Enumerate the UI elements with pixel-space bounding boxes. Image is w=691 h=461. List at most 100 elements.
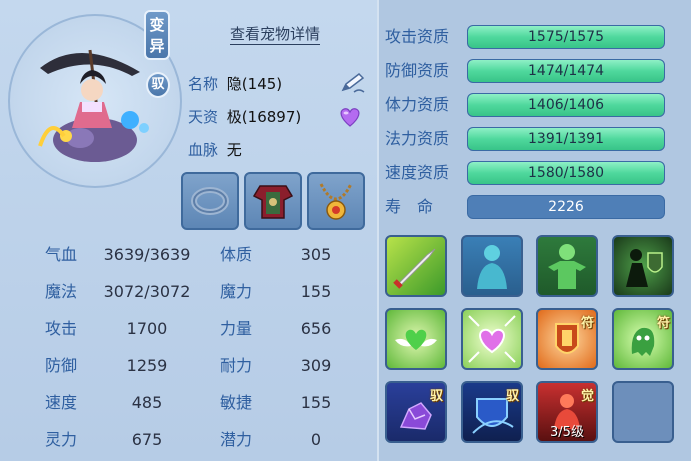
skill-slot[interactable]: 驭 [461, 381, 523, 443]
mutation-badge-text: 变 异 [149, 16, 165, 55]
aptitude-label: 体力资质 [385, 95, 450, 114]
aptitude-value: 1580/1580 [528, 165, 604, 181]
aptitude-label: 攻击资质 [385, 27, 450, 46]
skill-tag: 驭 [505, 389, 519, 404]
stat-label: 耐力 [220, 356, 253, 375]
pet-name-row: 名称 隐(145) [188, 73, 282, 95]
skill-tag: 符 [656, 316, 670, 331]
skill-slot[interactable] [461, 235, 523, 297]
life-value: 2226 [548, 199, 584, 215]
stat-label: 魔力 [220, 282, 253, 301]
skill-slot[interactable] [536, 235, 598, 297]
pet-blood-value: 无 [226, 141, 242, 159]
stat-label: 速度 [45, 393, 78, 412]
aptitude-row-stamina: 体力资质 1406/1406 [385, 92, 685, 118]
aptitude-value: 1474/1474 [528, 63, 604, 79]
stat-row: 攻击 1700 力量 656 [0, 314, 370, 344]
pet-blood-label: 血脉 [188, 141, 219, 159]
aptitude-bar: 1391/1391 [467, 127, 665, 151]
stat-value: 309 [300, 356, 332, 375]
aptitude-bar: 1575/1575 [467, 25, 665, 49]
stat-value: 155 [300, 282, 332, 301]
pet-blood-row: 血脉 无 [188, 139, 242, 161]
pet-aptitude-value: 极(16897) [226, 108, 302, 126]
aptitude-bar: 1580/1580 [467, 161, 665, 185]
skill-slot[interactable]: 驭 [385, 381, 447, 443]
skill-slot-empty[interactable] [612, 381, 674, 443]
collar-icon [191, 187, 229, 215]
stat-row: 速度 485 敏捷 155 [0, 388, 370, 418]
skill-slot[interactable] [461, 308, 523, 370]
sparkle-heart-icon [468, 315, 516, 363]
stat-row: 防御 1259 耐力 309 [0, 351, 370, 381]
pet-info-panel: 变 异 驭 查看宠物详情 名称 隐(145) 天资 极(16897) 血脉 无 [0, 0, 691, 461]
skill-tag: 驭 [429, 389, 443, 404]
pet-aptitude-label: 天资 [188, 108, 219, 126]
aptitude-label: 速度资质 [385, 163, 450, 182]
shield-warrior-icon [626, 249, 663, 287]
mutation-badge: 变 异 [144, 10, 170, 60]
stat-value: 305 [300, 245, 332, 264]
equip-slot-collar[interactable] [181, 172, 239, 230]
aptitude-row-magic: 法力资质 1391/1391 [385, 126, 685, 152]
stat-label: 气血 [45, 245, 78, 264]
stat-label: 潜力 [220, 430, 253, 449]
skill-tag: 觉 [580, 389, 594, 404]
skill-slot[interactable] [385, 308, 447, 370]
aptitude-label: 法力资质 [385, 129, 450, 148]
view-pet-details-link[interactable]: 查看宠物详情 [230, 24, 321, 45]
aptitude-row-attack: 攻击资质 1575/1575 [385, 24, 685, 50]
stat-row: 气血 3639/3639 体质 305 [0, 240, 370, 270]
equip-slot-armor[interactable] [244, 172, 302, 230]
stat-value: 1700 [126, 319, 168, 338]
aptitude-value: 1391/1391 [528, 131, 604, 147]
aptitude-row-speed: 速度资质 1580/1580 [385, 160, 685, 186]
necklace-icon [319, 183, 353, 220]
aptitude-row-defense: 防御资质 1474/1474 [385, 58, 685, 84]
aptitude-bar: 1474/1474 [467, 59, 665, 83]
stat-label: 防御 [45, 356, 78, 375]
rename-pen-icon[interactable] [340, 72, 366, 94]
skill-slot[interactable] [612, 235, 674, 297]
pet-name-value: 隐(145) [226, 75, 283, 93]
winged-heart-icon [395, 329, 437, 350]
stat-label: 灵力 [45, 430, 78, 449]
stat-label: 敏捷 [220, 393, 253, 412]
stat-value: 675 [131, 430, 163, 449]
skill-slot[interactable]: 觉 3/5级 [536, 381, 598, 443]
spirit-figure-icon [477, 245, 507, 289]
pet-name-label: 名称 [188, 75, 219, 93]
aptitude-bar: 1406/1406 [467, 93, 665, 117]
stat-label: 攻击 [45, 319, 78, 338]
pet-aptitude-row: 天资 极(16897) [188, 106, 301, 128]
life-bar: 2226 [467, 195, 665, 219]
stat-value: 1259 [126, 356, 168, 375]
stat-label: 力量 [220, 319, 253, 338]
green-figure-icon [548, 244, 586, 289]
purple-heart-icon[interactable] [338, 106, 362, 128]
aptitude-label: 防御资质 [385, 61, 450, 80]
equip-slot-necklace[interactable] [307, 172, 365, 230]
stat-value: 485 [131, 393, 163, 412]
life-row: 寿 命 2226 [385, 194, 685, 220]
stat-value: 155 [300, 393, 332, 412]
ride-badge: 驭 [146, 72, 170, 98]
stat-row: 魔法 3072/3072 魔力 155 [0, 277, 370, 307]
aptitude-value: 1575/1575 [528, 29, 604, 45]
stat-label: 魔法 [45, 282, 78, 301]
skill-tag: 符 [580, 316, 594, 331]
aptitude-value: 1406/1406 [528, 97, 604, 113]
stat-value: 656 [300, 319, 332, 338]
armor-icon [252, 185, 294, 219]
stat-value: 0 [310, 430, 322, 449]
sword-icon [393, 248, 436, 289]
stat-value: 3639/3639 [103, 245, 191, 264]
life-label: 寿 命 [385, 197, 434, 216]
skill-slot[interactable] [385, 235, 447, 297]
skill-level: 3/5级 [550, 425, 584, 440]
stat-row: 灵力 675 潜力 0 [0, 425, 370, 455]
stat-value: 3072/3072 [103, 282, 191, 301]
skill-slot[interactable]: 符 [536, 308, 598, 370]
skill-slot[interactable]: 符 [612, 308, 674, 370]
stat-label: 体质 [220, 245, 253, 264]
